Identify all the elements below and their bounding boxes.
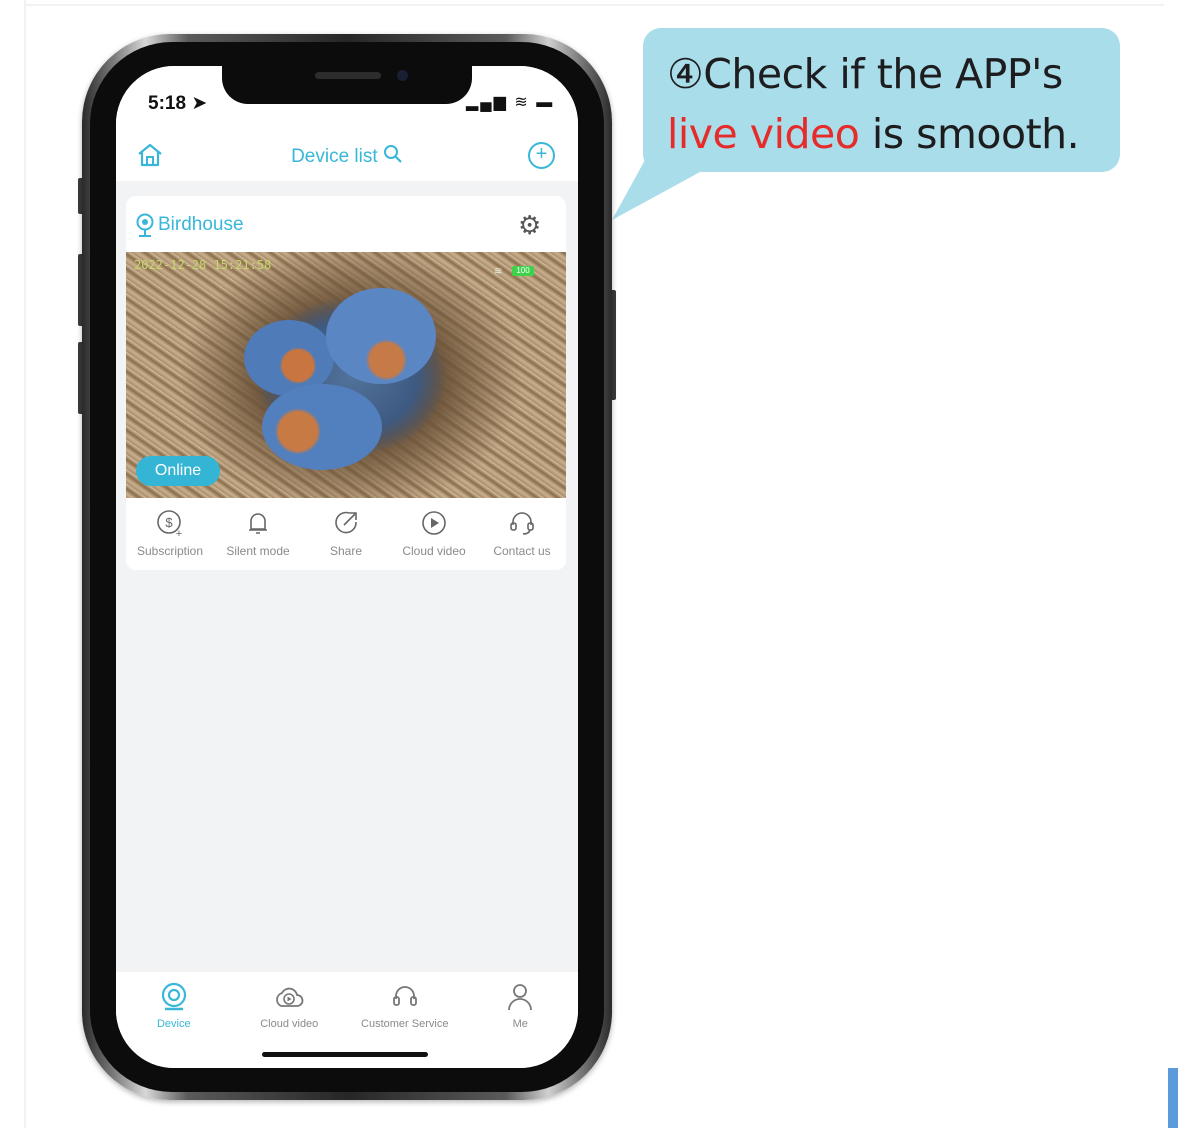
wifi-icon: ≋: [494, 266, 503, 277]
notch-speaker: [315, 72, 381, 79]
svg-text:+: +: [176, 528, 182, 538]
silent-mode-button[interactable]: Silent mode: [214, 500, 302, 570]
bird-image: [326, 288, 436, 384]
tab-label: Customer Service: [361, 1018, 449, 1030]
page-edge-sliver: [1168, 1068, 1178, 1128]
device-card-header: Birdhouse ⚙: [126, 196, 566, 250]
gear-icon[interactable]: ⚙: [518, 210, 541, 241]
status-icons: ▂▄▆ ≋ ▬: [466, 94, 555, 111]
dollar-plus-icon: $ +: [157, 510, 182, 538]
nav-title: Device list: [116, 144, 578, 168]
person-icon: [508, 984, 533, 1011]
status-badge: Online: [136, 456, 220, 486]
bird-image: [262, 384, 382, 470]
home-indicator[interactable]: [262, 1052, 428, 1057]
callout-line-2: live video is smooth.: [667, 104, 1120, 164]
tab-cloud-video[interactable]: Cloud video: [232, 972, 348, 1032]
cloud-play-icon: [276, 987, 304, 1007]
action-label: Silent mode: [226, 544, 290, 558]
page-edge: [24, 4, 1164, 6]
add-device-button[interactable]: +: [528, 142, 555, 169]
play-circle-icon: [422, 511, 446, 535]
action-label: Subscription: [136, 544, 204, 558]
headset-icon: [510, 512, 534, 535]
instruction-callout: ④Check if the APP's live video is smooth…: [643, 28, 1120, 172]
headset-icon: [392, 986, 417, 1006]
webcam-icon: [136, 213, 154, 237]
tab-label: Cloud video: [260, 1018, 319, 1030]
tab-device[interactable]: Device: [116, 972, 232, 1032]
page-edge: [24, 0, 26, 1128]
tab-label: Me: [512, 1018, 528, 1030]
live-video-preview[interactable]: 2022-12-28 15:21:58 ≋ 100 Online: [126, 252, 566, 498]
camera-icon: [161, 982, 186, 1011]
callout-highlight: live video: [667, 110, 860, 158]
tab-customer-service[interactable]: Customer Service: [347, 972, 463, 1032]
tab-bar: Device Cloud video Customer Service Me: [116, 972, 578, 1068]
page-title: Device list: [291, 146, 378, 167]
tab-me[interactable]: Me: [463, 972, 579, 1032]
plus-circle-icon: +: [535, 143, 548, 165]
tab-label: Device: [156, 1018, 191, 1030]
instruction-slide: ④Check if the APP's live video is smooth…: [0, 0, 1178, 1128]
subscription-button[interactable]: $ + Subscription: [126, 500, 214, 570]
share-button[interactable]: Share: [302, 500, 390, 570]
search-icon[interactable]: [383, 144, 403, 164]
battery-indicator: 100: [512, 266, 534, 276]
phone-notch: [222, 60, 472, 104]
status-time: 5:18 ➤: [148, 93, 208, 114]
callout-line-1: ④Check if the APP's: [667, 50, 1063, 98]
callout-line-2-rest: is smooth.: [859, 110, 1080, 158]
device-name[interactable]: Birdhouse: [158, 214, 244, 236]
nav-bar: Device list +: [116, 126, 578, 181]
bell-icon: [249, 513, 267, 534]
action-label: Cloud video: [402, 544, 466, 558]
action-label: Contact us: [493, 544, 551, 558]
front-camera: [397, 70, 408, 81]
svg-text:$: $: [165, 515, 173, 530]
share-icon: [335, 511, 357, 534]
location-arrow-icon: ➤: [191, 93, 208, 114]
device-card[interactable]: Birdhouse ⚙ 2022-12-28 15:21:58 ≋ 100 On…: [126, 196, 566, 570]
phone-screen: 5:18 ➤ ▂▄▆ ≋ ▬ Device list + Birdhouse ⚙…: [116, 66, 578, 1068]
contact-us-button[interactable]: Contact us: [478, 500, 566, 570]
action-label: Share: [329, 544, 363, 558]
video-timestamp: 2022-12-28 15:21:58: [134, 258, 272, 272]
cloud-video-button[interactable]: Cloud video: [390, 500, 478, 570]
device-actions: $ + Subscription Silent mode Share Cloud…: [126, 500, 566, 570]
